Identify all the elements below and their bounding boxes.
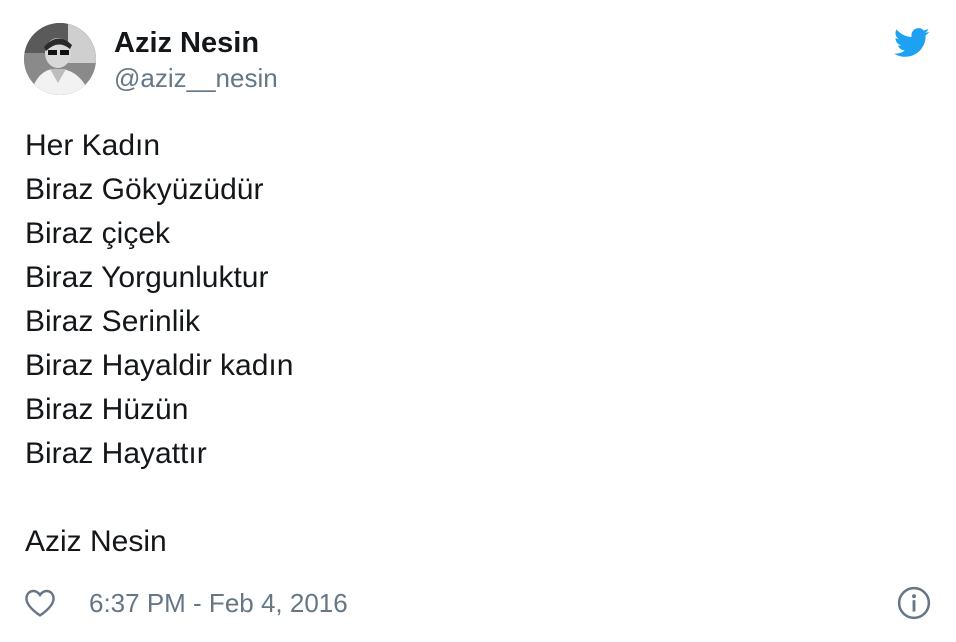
author-display-name[interactable]: Aziz Nesin [114, 26, 259, 60]
tweet-line: Her Kadın [25, 129, 161, 162]
info-icon[interactable] [897, 586, 931, 620]
tweet-line: Biraz Serinlik [25, 305, 201, 338]
tweet-card: Aziz Nesin @aziz__nesin Her Kadın Biraz … [0, 0, 956, 642]
tweet-line: Biraz Gökyüzüdür [25, 173, 264, 206]
tweet-signature: Aziz Nesin [25, 525, 167, 558]
avatar-photo [24, 23, 96, 95]
author-handle[interactable]: @aziz__nesin [114, 62, 278, 94]
avatar[interactable] [24, 23, 96, 95]
heart-icon[interactable] [24, 588, 56, 618]
tweet-line: Biraz Hayattır [25, 437, 207, 470]
tweet-timestamp[interactable]: 6:37 PM - Feb 4, 2016 [89, 586, 348, 620]
tweet-text: Her Kadın Biraz Gökyüzüdür Biraz çiçek B… [25, 124, 925, 564]
tweet-line: Biraz çiçek [25, 217, 171, 250]
twitter-bird-icon[interactable] [894, 28, 930, 58]
tweet-footer: 6:37 PM - Feb 4, 2016 [0, 580, 956, 626]
tweet-line: Biraz Hüzün [25, 393, 189, 426]
tweet-line: Biraz Hayaldir kadın [25, 349, 294, 382]
tweet-line: Biraz Yorgunluktur [25, 261, 269, 294]
